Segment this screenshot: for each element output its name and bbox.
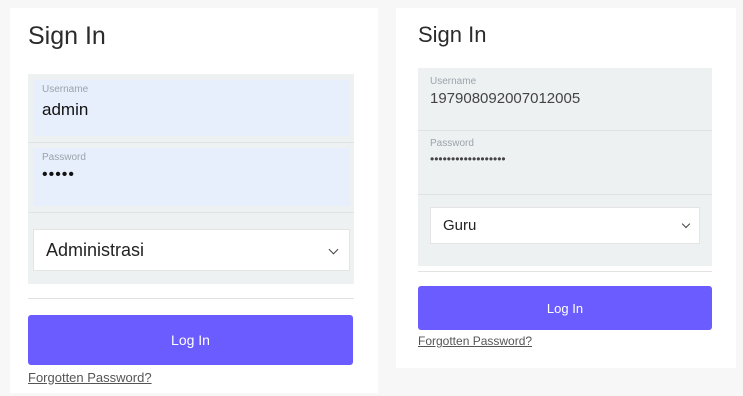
forgot-password-link[interactable]: Forgotten Password? <box>28 370 152 385</box>
sign-in-card-right: Sign In Username 197908092007012005 Pass… <box>396 8 736 368</box>
username-field[interactable]: Username 197908092007012005 <box>418 68 712 131</box>
username-label: Username <box>430 76 477 87</box>
password-input[interactable]: Password •••••••••••••••••• <box>418 136 712 188</box>
username-input[interactable]: Username 197908092007012005 <box>418 74 712 124</box>
password-value: ••••• <box>42 166 76 183</box>
password-value: •••••••••••••••••• <box>430 152 506 166</box>
login-button[interactable]: Log In <box>28 315 353 365</box>
password-field[interactable]: Password ••••• <box>28 142 354 213</box>
password-label: Password <box>42 152 86 163</box>
username-value: 197908092007012005 <box>430 90 581 107</box>
password-field[interactable]: Password •••••••••••••••••• <box>418 130 712 195</box>
role-select[interactable]: Guru <box>430 207 700 244</box>
login-button[interactable]: Log In <box>418 286 712 330</box>
divider <box>418 271 712 272</box>
username-value: admin <box>42 100 89 119</box>
chevron-down-icon <box>681 219 691 229</box>
page-title: Sign In <box>418 22 487 47</box>
divider <box>28 298 354 299</box>
username-field[interactable]: Username admin <box>28 74 354 143</box>
login-form-panel: Username 197908092007012005 Password •••… <box>418 68 712 266</box>
password-label: Password <box>430 138 474 149</box>
forgot-password-link[interactable]: Forgotten Password? <box>418 334 532 348</box>
role-select-value: Administrasi <box>46 240 145 260</box>
role-select-value: Guru <box>443 217 477 234</box>
page-title: Sign In <box>28 22 106 50</box>
sign-in-card-left: Sign In Username admin Password ••••• Ad… <box>10 8 378 393</box>
chevron-down-icon <box>328 244 339 255</box>
role-select[interactable]: Administrasi <box>33 229 350 271</box>
login-form-panel: Username admin Password ••••• Administra… <box>28 74 354 284</box>
username-label: Username <box>42 84 89 95</box>
login-screens: Sign In Username admin Password ••••• Ad… <box>0 0 743 396</box>
password-input[interactable]: Password ••••• <box>33 148 350 206</box>
username-input[interactable]: Username admin <box>33 80 350 136</box>
